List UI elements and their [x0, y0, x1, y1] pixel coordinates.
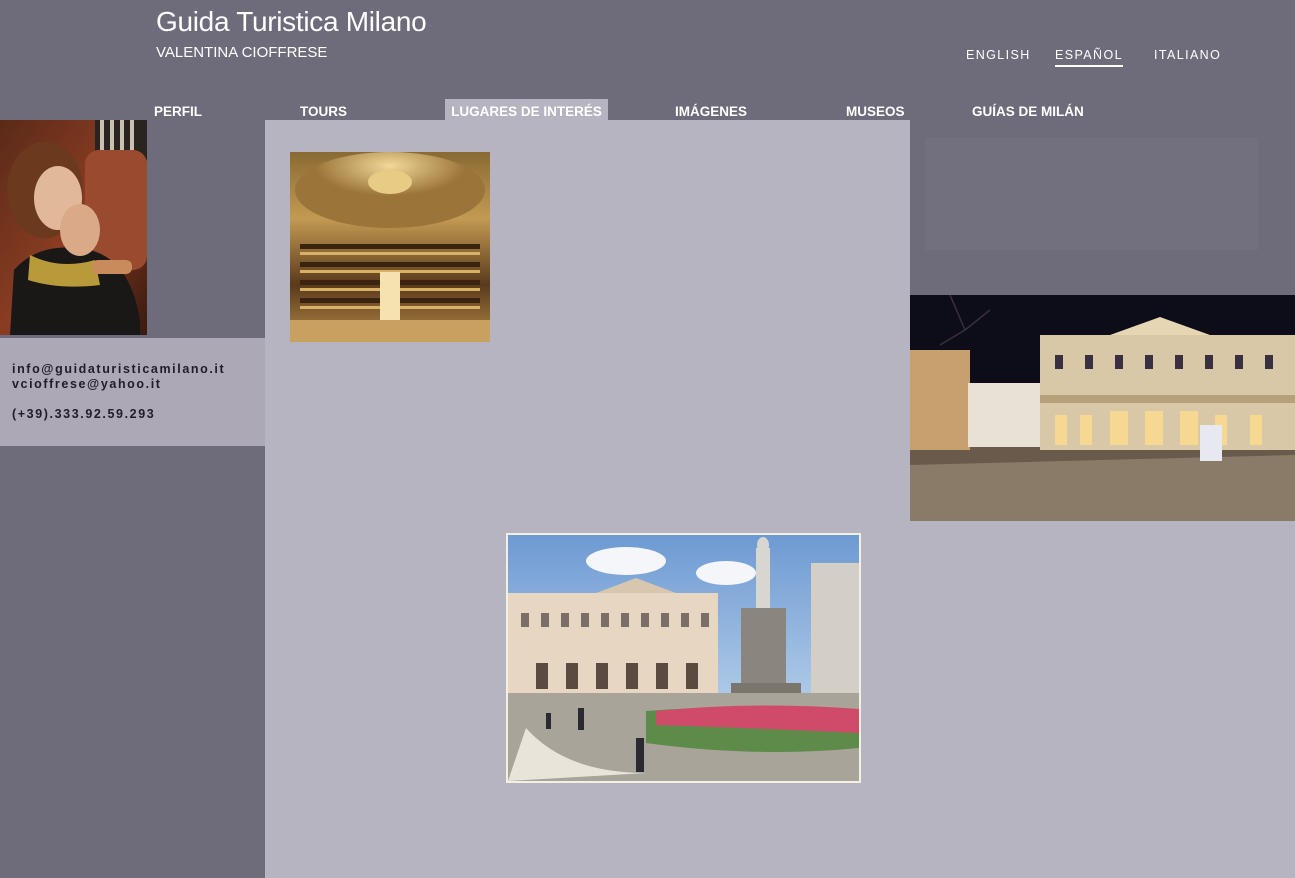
nav-guias-de-milan[interactable]: GUÍAS DE MILÁN [972, 99, 1084, 120]
la-scala-night-photo[interactable] [910, 295, 1295, 521]
contact-email-primary[interactable]: info@guidaturisticamilano.it [12, 362, 225, 376]
site-title: Guida Turistica Milano [156, 6, 427, 37]
la-scala-postcard-image[interactable] [506, 533, 861, 783]
nav-lugares-de-interes[interactable]: LUGARES DE INTERÉS [445, 99, 608, 120]
contact-box: info@guidaturisticamilano.it vcioffrese@… [0, 338, 265, 446]
site-subtitle: VALENTINA CIOFFRESE [156, 44, 328, 61]
la-scala-interior-photo[interactable] [290, 152, 490, 342]
guide-portrait-photo [0, 120, 147, 335]
right-content-panel [910, 521, 1295, 878]
language-english-link[interactable]: ENGLISH [966, 48, 1031, 62]
nav-tours[interactable]: TOURS [300, 99, 347, 120]
active-language-underline [1055, 65, 1123, 67]
contact-email-secondary[interactable]: vcioffrese@yahoo.it [12, 377, 162, 391]
language-espanol-label: ESPAÑOL [1055, 48, 1123, 62]
nav-imagenes[interactable]: IMÁGENES [675, 99, 747, 120]
right-sidebar-box [925, 138, 1258, 250]
language-italiano-link[interactable]: ITALIANO [1154, 48, 1221, 62]
nav-perfil[interactable]: PERFIL [154, 99, 202, 120]
nav-museos[interactable]: MUSEOS [846, 99, 905, 120]
language-espanol-link[interactable]: ESPAÑOL [1055, 48, 1123, 67]
contact-phone: (+39).333.92.59.293 [12, 407, 156, 421]
